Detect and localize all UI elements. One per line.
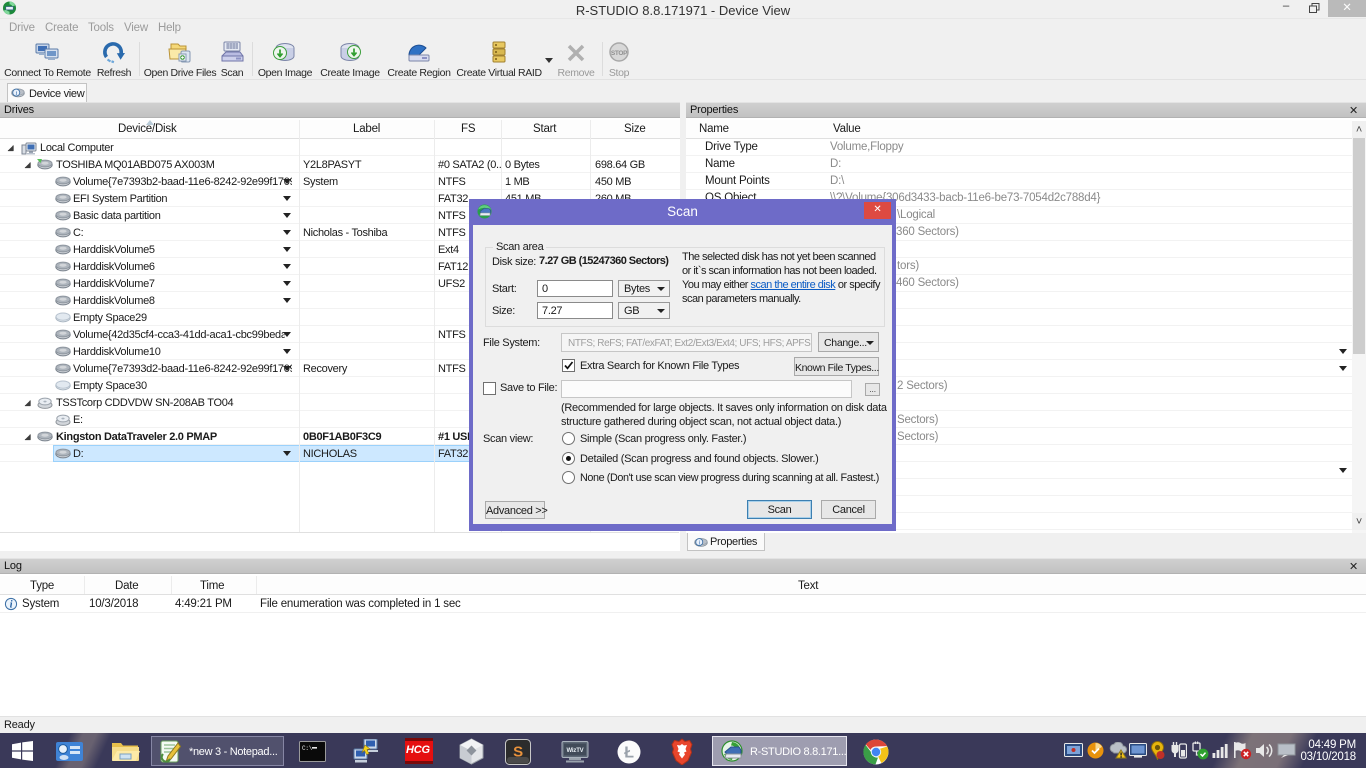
svg-text:STOP: STOP [611, 50, 628, 57]
svg-text:S: S [513, 744, 523, 761]
svg-text:Ł: Ł [624, 745, 634, 762]
svg-text:i: i [10, 600, 13, 611]
svg-text:WizTV: WizTV [567, 748, 584, 754]
svg-text:C:\: C:\ [302, 745, 313, 752]
